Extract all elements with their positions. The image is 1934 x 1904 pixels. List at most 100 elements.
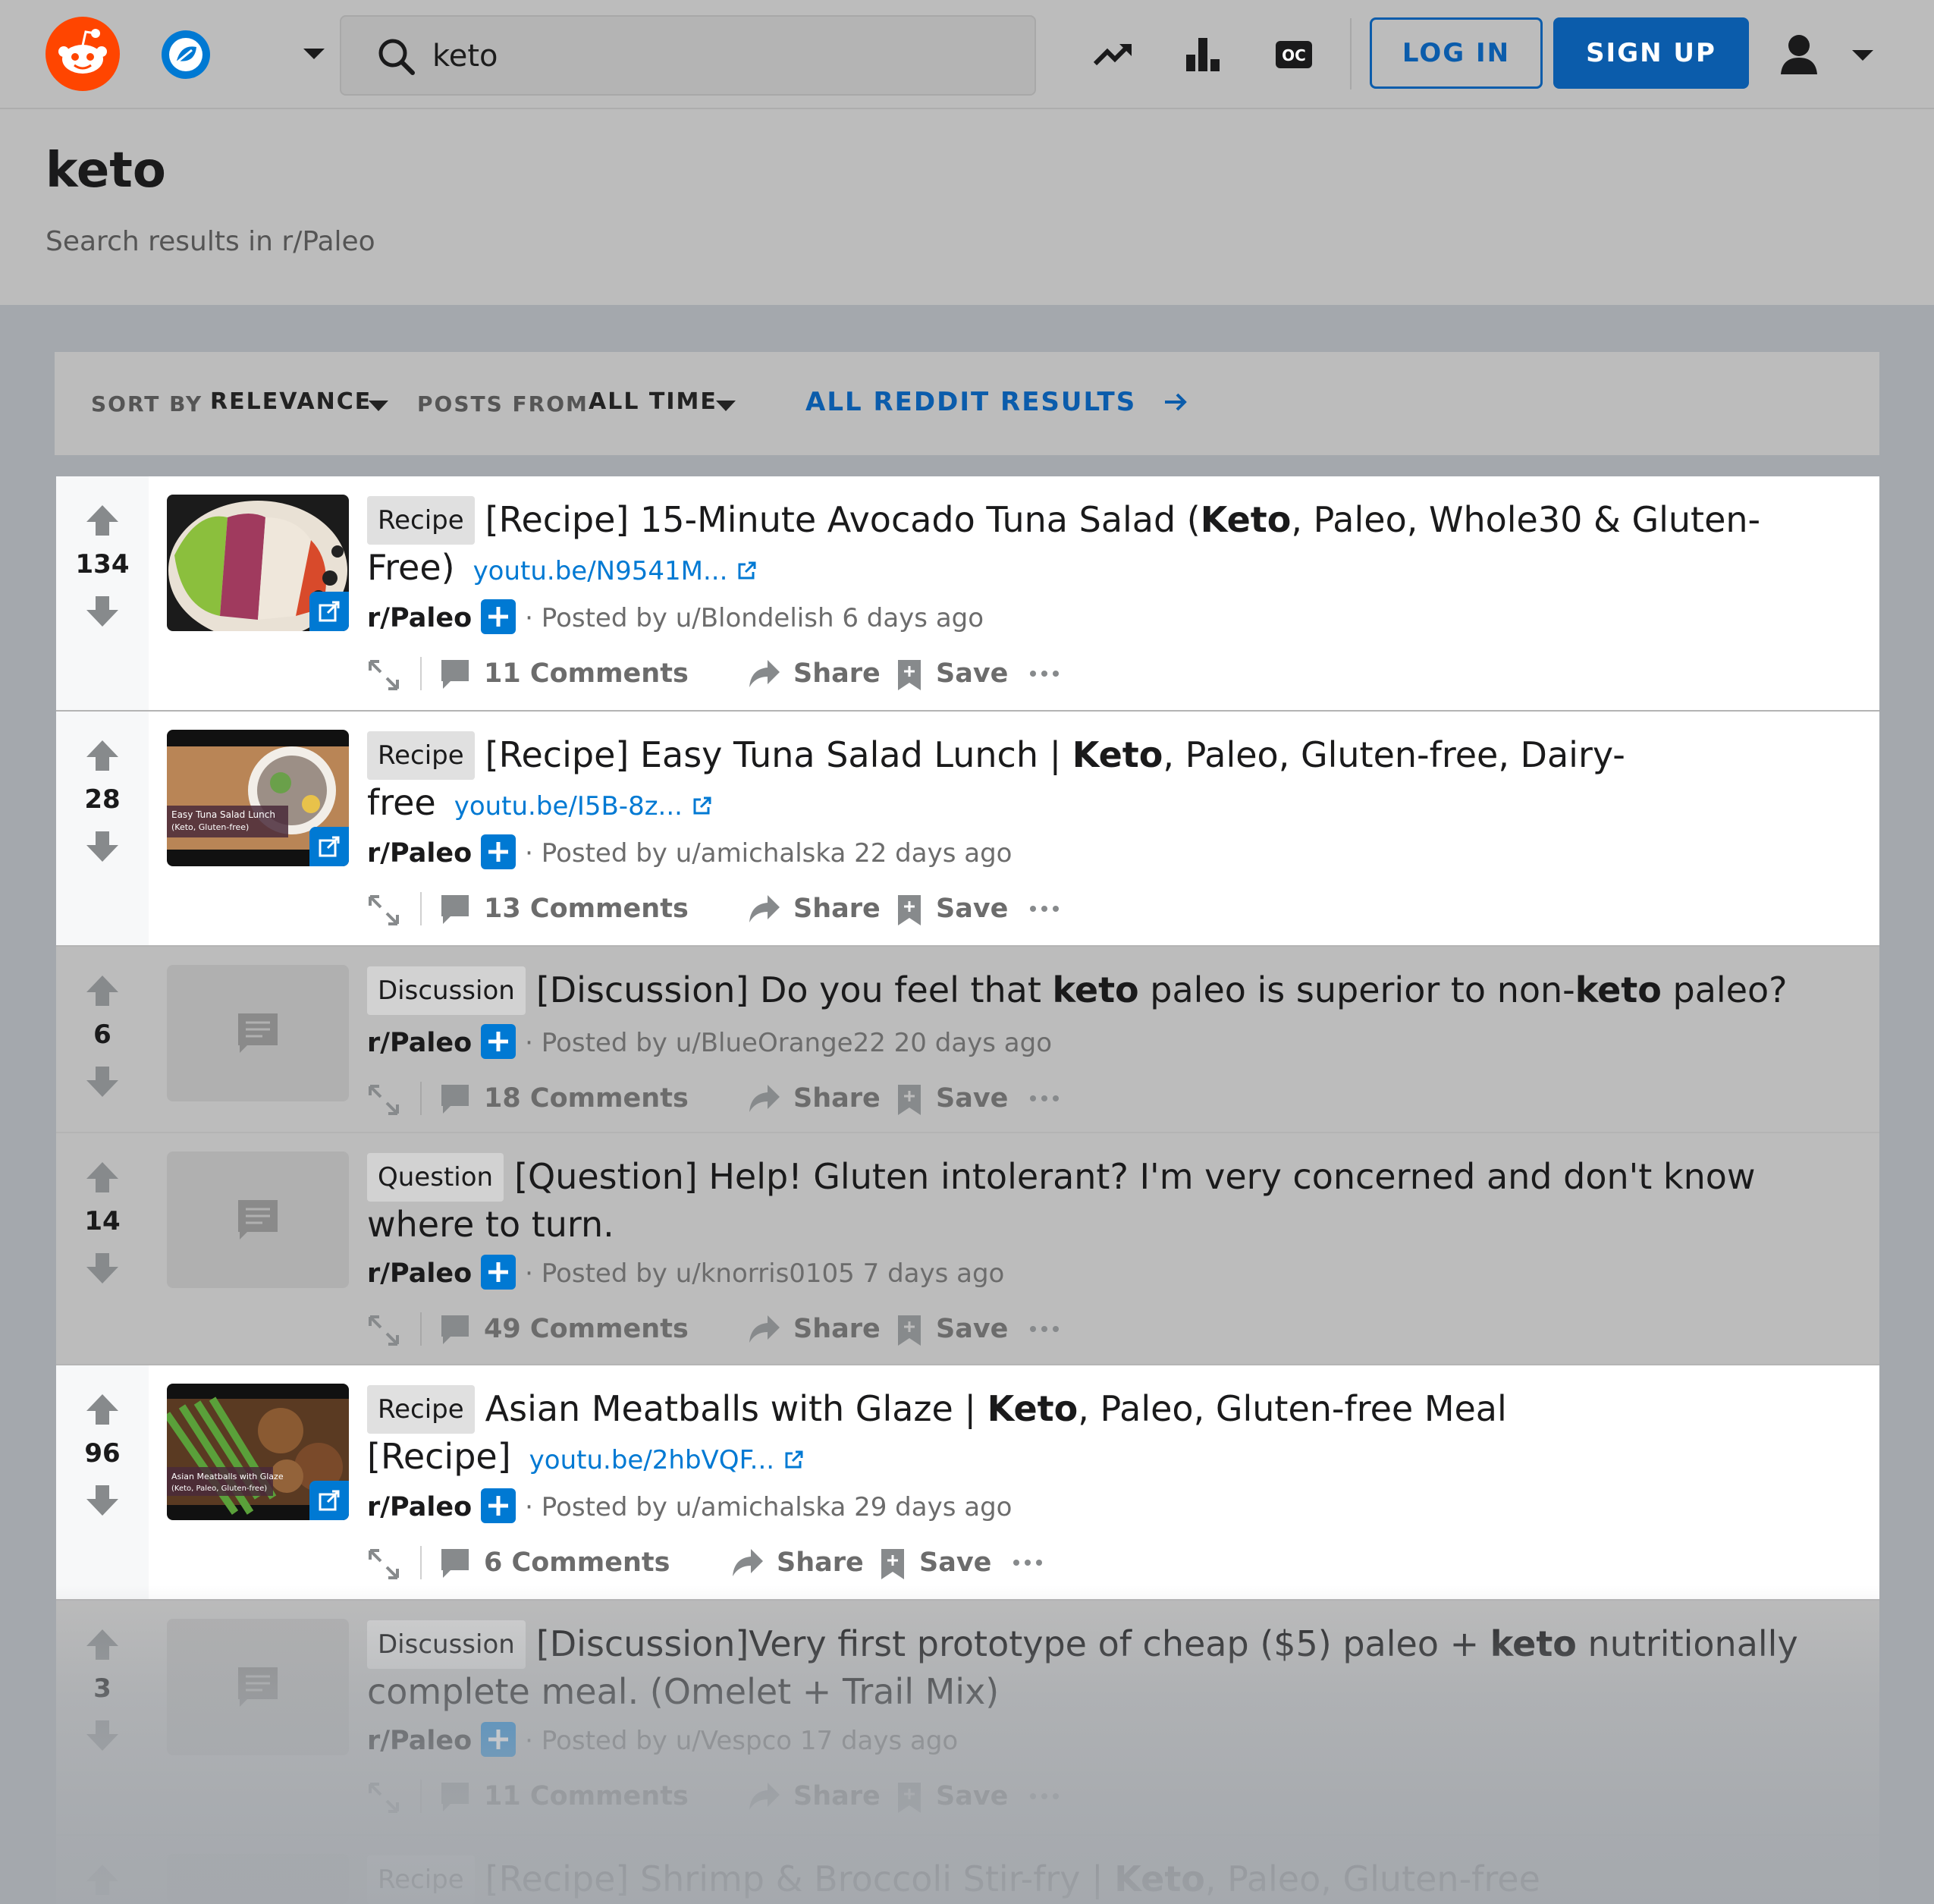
leaderboard-icon[interactable] <box>1182 33 1224 76</box>
header-divider <box>1350 18 1352 90</box>
title-text: paleo? <box>1661 969 1788 1010</box>
posts-from-chevron-down-icon[interactable] <box>714 399 737 414</box>
vote-count: 14 <box>84 1206 121 1236</box>
upvote-arrow-icon[interactable] <box>85 1161 120 1194</box>
title-text: [Discussion] Do you feel that <box>535 969 1053 1010</box>
post-card[interactable]: 96 Asian Meatballs with Glaze (Keto, Pal… <box>56 1365 1879 1601</box>
subreddit-link[interactable]: r/Paleo <box>367 1258 472 1289</box>
log-in-button[interactable]: LOG IN <box>1370 17 1543 89</box>
post-card[interactable]: 134 Recipe [Recipe] 15-Minute Avocado Tun… <box>56 476 1879 712</box>
subreddit-link[interactable]: r/Paleo <box>367 603 472 633</box>
vote-count: 96 <box>84 1438 121 1469</box>
sign-up-button[interactable]: SIGN UP <box>1553 17 1749 89</box>
post-flair[interactable]: Recipe <box>367 496 475 545</box>
post-title[interactable]: Recipe [Recipe] Easy Tuna Salad Lunch | K… <box>367 731 1854 829</box>
external-link-icon <box>309 592 349 631</box>
join-plus-icon[interactable] <box>481 1024 516 1059</box>
expand-icon <box>369 660 399 690</box>
downvote-arrow-icon[interactable] <box>85 1252 120 1285</box>
post-title[interactable]: Recipe [Recipe] Shrimp & Broccoli Stir-fr… <box>367 1855 1854 1904</box>
downvote-arrow-icon[interactable] <box>85 830 120 863</box>
domain-link[interactable]: youtu.be/I5B-8z... <box>454 791 713 822</box>
community-icon[interactable] <box>162 30 210 79</box>
post-meta: r/Paleo · Posted by u/BlueOrange22 20 day… <box>367 1024 1052 1062</box>
post-card[interactable]: 28 Easy Tuna Salad Lunch (Keto, Gluten-f… <box>56 712 1879 947</box>
post-card[interactable]: 14 Question [Question] Help! Gluten intol… <box>56 1133 1879 1365</box>
user-menu-dropdown[interactable] <box>1775 27 1881 82</box>
more-horizontal-icon <box>1030 906 1059 912</box>
subreddit-link[interactable]: r/Paleo <box>367 1726 472 1756</box>
search-bar[interactable] <box>340 15 1036 96</box>
post-title[interactable]: Discussion [Discussion]Very first prototy… <box>367 1620 1854 1714</box>
posted-by: · Posted by u/knorris0105 7 days ago <box>525 1258 1005 1289</box>
post-title[interactable]: Question [Question] Help! Gluten intolera… <box>367 1153 1854 1247</box>
join-plus-icon[interactable] <box>481 834 516 869</box>
downvote-arrow-icon[interactable] <box>85 1065 120 1098</box>
title-text: paleo is superior to non- <box>1138 969 1575 1010</box>
arrow-right-icon[interactable] <box>1162 390 1189 414</box>
search-input[interactable] <box>432 35 1009 77</box>
reddit-logo-icon[interactable] <box>46 17 120 91</box>
post-flair[interactable]: Recipe <box>367 1385 475 1434</box>
post-card[interactable]: Recipe [Recipe] Shrimp & Broccoli Stir-fr… <box>56 1836 1879 1904</box>
vote-count: 134 <box>75 549 130 580</box>
domain-link[interactable]: youtu.be/N9541M... <box>473 556 758 586</box>
post-flair[interactable]: Recipe <box>367 1855 475 1904</box>
oc-icon[interactable]: OC <box>1273 33 1315 76</box>
top-navigation-bar: OC LOG IN SIGN UP <box>0 0 1934 109</box>
divider <box>420 657 422 690</box>
downvote-arrow-icon[interactable] <box>85 1484 120 1517</box>
join-plus-icon[interactable] <box>481 1488 516 1523</box>
post-thumbnail-placeholder[interactable] <box>167 1619 349 1755</box>
downvote-arrow-icon[interactable] <box>85 1719 120 1752</box>
divider <box>420 1312 422 1346</box>
upvote-arrow-icon[interactable] <box>85 974 120 1007</box>
post-thumbnail[interactable] <box>167 1854 349 1904</box>
text-post-icon <box>238 1667 278 1707</box>
upvote-arrow-icon[interactable] <box>85 1863 120 1896</box>
post-thumbnail[interactable] <box>167 495 349 631</box>
post-title[interactable]: Discussion [Discussion] Do you feel that … <box>367 966 1854 1015</box>
join-plus-icon[interactable] <box>481 1722 516 1757</box>
join-plus-icon[interactable] <box>481 1255 516 1290</box>
subreddit-link[interactable]: r/Paleo <box>367 1492 472 1522</box>
posted-by: · Posted by u/BlueOrange22 20 days ago <box>525 1028 1053 1058</box>
upvote-arrow-icon[interactable] <box>85 1393 120 1426</box>
post-title[interactable]: Recipe [Recipe] 15-Minute Avocado Tuna Sa… <box>367 496 1854 594</box>
post-card[interactable]: 6 Discussion [Discussion] Do you feel tha… <box>56 947 1879 1133</box>
external-link-icon <box>693 796 711 815</box>
bookmark-icon <box>898 1315 921 1346</box>
user-icon <box>1781 35 1873 74</box>
upvote-arrow-icon[interactable] <box>85 739 120 772</box>
upvote-arrow-icon[interactable] <box>85 1628 120 1661</box>
post-flair[interactable]: Discussion <box>367 1620 526 1669</box>
post-flair[interactable]: Recipe <box>367 731 475 780</box>
posted-by: · Posted by u/amichalska 29 days ago <box>525 1492 1013 1522</box>
sort-dropdown[interactable]: RELEVANCE <box>210 388 372 415</box>
domain-link[interactable]: youtu.be/2hbVQF... <box>529 1445 805 1475</box>
subreddit-link[interactable]: r/Paleo <box>367 838 472 869</box>
comment-icon <box>441 1783 469 1811</box>
post-card[interactable]: 3 Discussion [Discussion]Very first proto… <box>56 1601 1879 1836</box>
posts-from-dropdown[interactable]: ALL TIME <box>589 388 717 415</box>
upvote-arrow-icon[interactable] <box>85 504 120 537</box>
all-reddit-results-link[interactable]: ALL REDDIT RESULTS <box>805 387 1136 417</box>
title-keyword: Keto <box>1200 499 1292 540</box>
expand-icon <box>369 1783 399 1813</box>
external-link-icon <box>738 561 756 580</box>
post-thumbnail-placeholder[interactable] <box>167 965 349 1101</box>
post-thumbnail-placeholder[interactable] <box>167 1152 349 1288</box>
post-thumbnail[interactable]: Asian Meatballs with Glaze (Keto, Paleo,… <box>167 1384 349 1520</box>
post-title[interactable]: Recipe Asian Meatballs with Glaze | Keto,… <box>367 1385 1854 1483</box>
join-plus-icon[interactable] <box>481 599 516 634</box>
sort-chevron-down-icon[interactable] <box>367 399 390 414</box>
post-thumbnail[interactable]: Easy Tuna Salad Lunch (Keto, Gluten-free… <box>167 730 349 866</box>
community-dropdown-chevron-icon[interactable] <box>297 41 331 68</box>
post-flair[interactable]: Discussion <box>367 966 526 1015</box>
downvote-arrow-icon[interactable] <box>85 595 120 628</box>
title-keyword: Keto <box>1072 734 1163 775</box>
title-text: [Recipe] 15-Minute Avocado Tuna Salad ( <box>485 499 1201 540</box>
trending-up-icon[interactable] <box>1092 33 1135 76</box>
subreddit-link[interactable]: r/Paleo <box>367 1028 472 1058</box>
post-flair[interactable]: Question <box>367 1153 504 1202</box>
